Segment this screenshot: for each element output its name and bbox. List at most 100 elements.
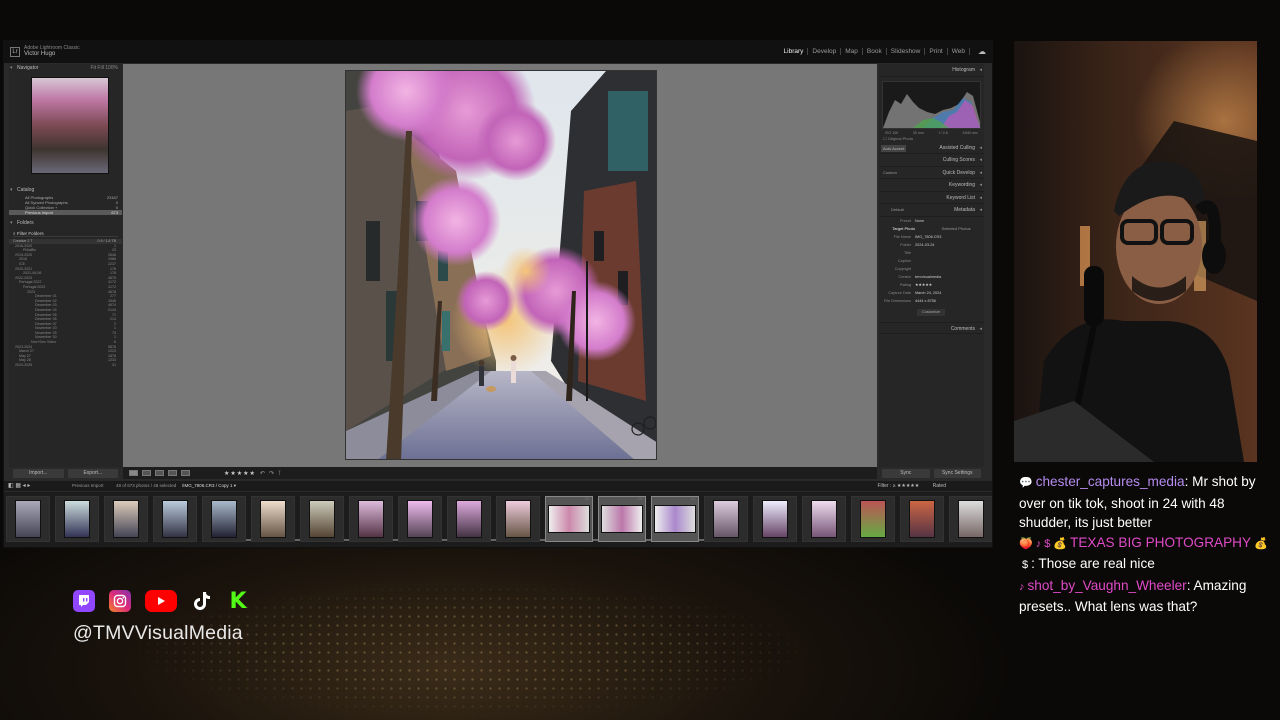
catalog-header[interactable]: Catalog — [9, 186, 122, 195]
filmstrip-source[interactable]: Previous Import — [72, 481, 104, 491]
filmstrip-thumbnail[interactable] — [251, 496, 295, 542]
catalog-item-count: 673 — [111, 210, 118, 215]
navigator-zoom-options[interactable]: Fit Fill 100% — [90, 64, 118, 73]
metadata-row[interactable]: Creator tmvvisualmedia — [879, 273, 984, 281]
filter-preset[interactable]: Rated — [933, 483, 946, 489]
survey-view-icon[interactable] — [168, 470, 177, 476]
metadata-row[interactable]: Copyright — [879, 265, 984, 273]
import-button[interactable]: Import... — [13, 469, 64, 478]
toolbar-rating[interactable]: ★★★★★ — [224, 470, 256, 477]
compare-view-icon[interactable] — [155, 470, 164, 476]
main-photo[interactable] — [345, 70, 657, 460]
metadata-value: tmvvisualmedia — [915, 274, 942, 279]
histogram-header[interactable]: Histogram — [879, 64, 984, 77]
metadata-row[interactable]: Capture Date March 24, 2024 — [879, 289, 984, 297]
filmstrip-thumbnail[interactable] — [6, 496, 50, 542]
metadata-row[interactable]: Caption — [879, 257, 984, 265]
filmstrip-thumbnail[interactable] — [851, 496, 895, 542]
filmstrip-thumbnail[interactable] — [496, 496, 540, 542]
filter-folders-field[interactable]: ⌕ Filter Folders — [13, 230, 118, 237]
toolbar-options-icon[interactable]: ⊺ — [278, 470, 281, 477]
chat-username[interactable]: shot_by_Vaughn_Wheeler — [1028, 578, 1187, 593]
sync-settings-button[interactable]: Sync Settings — [933, 469, 981, 478]
filmstrip-thumbnail[interactable]: 23 — [598, 496, 646, 542]
tab-selected-photos[interactable]: Selected Photos — [942, 225, 971, 233]
zoom-100[interactable]: 100% — [105, 65, 118, 71]
filmstrip-thumbnail[interactable] — [202, 496, 246, 542]
loupe-view-icon[interactable] — [142, 470, 151, 476]
checkbox-icon[interactable]: ☐ — [883, 136, 887, 141]
module-tab-print[interactable]: Print — [925, 48, 948, 55]
social-icons: K — [73, 589, 249, 614]
filmstrip-thumbnail[interactable] — [704, 496, 748, 542]
zoom-fit[interactable]: Fit — [90, 65, 96, 71]
folders-header[interactable]: Folders — [9, 219, 122, 228]
cloud-sync-icon[interactable]: ☁ — [978, 47, 986, 56]
thumbnail-image — [654, 505, 696, 533]
quick-develop-header[interactable]: Custom Quick Develop — [879, 167, 984, 180]
filmstrip-thumbnail[interactable] — [802, 496, 846, 542]
keyword-list-header[interactable]: Keyword List — [879, 192, 984, 204]
metadata-key: Title — [903, 250, 911, 255]
module-tab-slideshow[interactable]: Slideshow — [887, 48, 926, 55]
filmstrip-thumbnail[interactable] — [949, 496, 992, 542]
filmstrip-thumbnail[interactable] — [55, 496, 99, 542]
filmstrip-thumbnail[interactable]: 22 — [545, 496, 593, 542]
metadata-row[interactable]: Title — [879, 249, 984, 257]
quick-develop-preset[interactable]: Custom — [883, 167, 897, 180]
filmstrip-path[interactable]: /IMG_7806.CR3 / Copy 1 ▾ — [182, 481, 236, 491]
zoom-fill[interactable]: Fill — [97, 65, 103, 71]
module-tab-map[interactable]: Map — [841, 48, 863, 55]
module-tab-library[interactable]: Library — [780, 48, 809, 55]
chat-username[interactable]: chester_captures_media — [1036, 474, 1185, 489]
auto-accent-toggle[interactable]: Auto Accent — [881, 144, 907, 152]
metadata-header[interactable]: Default Metadata — [879, 204, 984, 217]
chat-badge-icon: ♪ — [1035, 537, 1042, 550]
filmstrip-bar: ◧ ▦ ◂ ▸ Previous Import 48 of 673 photos… — [4, 481, 992, 491]
metadata-key: Caption — [897, 258, 911, 263]
metadata-row[interactable]: Folder 2024-03-24 — [879, 241, 984, 249]
metadata-row[interactable]: Rating ★★★★★ — [879, 281, 984, 289]
chat-username[interactable]: TEXAS BIG PHOTOGRAPHY — [1070, 535, 1251, 550]
filter-label: Filter : — [877, 483, 892, 489]
filmstrip-filter[interactable]: Filter : ≥ ★★★★★ Rated — [877, 481, 946, 491]
preset-row[interactable]: Preset None — [879, 217, 984, 225]
filmstrip-thumbnail[interactable] — [398, 496, 442, 542]
grid-view-icon[interactable] — [129, 470, 138, 476]
rotate-left-icon[interactable]: ↶ — [260, 470, 265, 477]
navigator-preview[interactable] — [31, 77, 109, 174]
module-tab-web[interactable]: Web — [948, 48, 970, 55]
filmstrip-thumbnail[interactable] — [753, 496, 797, 542]
thumbnail-image — [811, 500, 837, 538]
metadata-row[interactable]: File Dimensions 4444 x 8756 — [879, 297, 984, 305]
filmstrip-thumbnail[interactable]: 24 — [651, 496, 699, 542]
filmstrip-thumbnail[interactable] — [900, 496, 944, 542]
module-tab-book[interactable]: Book — [863, 48, 887, 55]
keywording-header[interactable]: Keywording — [879, 179, 984, 192]
tab-target-photo[interactable]: Target Photo — [892, 225, 915, 233]
filmstrip-nav-icons[interactable]: ◧ ▦ ◂ ▸ — [8, 481, 30, 491]
thumbnail-image — [505, 500, 531, 538]
thumbnail-image — [407, 500, 433, 538]
filmstrip-thumbnail[interactable] — [349, 496, 393, 542]
assisted-culling-header[interactable]: Auto Accent Assisted Culling — [879, 142, 984, 154]
comments-header[interactable]: Comments — [879, 321, 984, 334]
filmstrip-thumbnail[interactable] — [153, 496, 197, 542]
filmstrip-thumbnail[interactable] — [300, 496, 344, 542]
module-tab-develop[interactable]: Develop — [808, 48, 842, 55]
metadata-preset[interactable]: Default — [891, 204, 904, 217]
customize-button[interactable]: Customize — [917, 308, 945, 316]
rotate-right-icon[interactable]: ↷ — [269, 470, 274, 477]
navigator-header[interactable]: Navigator Fit Fill 100% — [9, 64, 122, 73]
people-view-icon[interactable] — [181, 470, 190, 476]
folder-item[interactable]: 2024-2025 31 — [9, 363, 122, 368]
chat-badge-icon: $ — [1022, 559, 1029, 571]
filter-stars[interactable]: ≥ ★★★★★ — [893, 483, 920, 489]
thumbnail-image — [909, 500, 935, 538]
filmstrip-thumbnail[interactable] — [104, 496, 148, 542]
filmstrip-thumbnail[interactable] — [447, 496, 491, 542]
export-button[interactable]: Export... — [67, 469, 118, 478]
metadata-row[interactable]: File Name IMG_7806.CR3 — [879, 233, 984, 241]
sync-button[interactable]: Sync — [882, 469, 930, 478]
culling-scores-header[interactable]: Culling Scores — [879, 154, 984, 167]
